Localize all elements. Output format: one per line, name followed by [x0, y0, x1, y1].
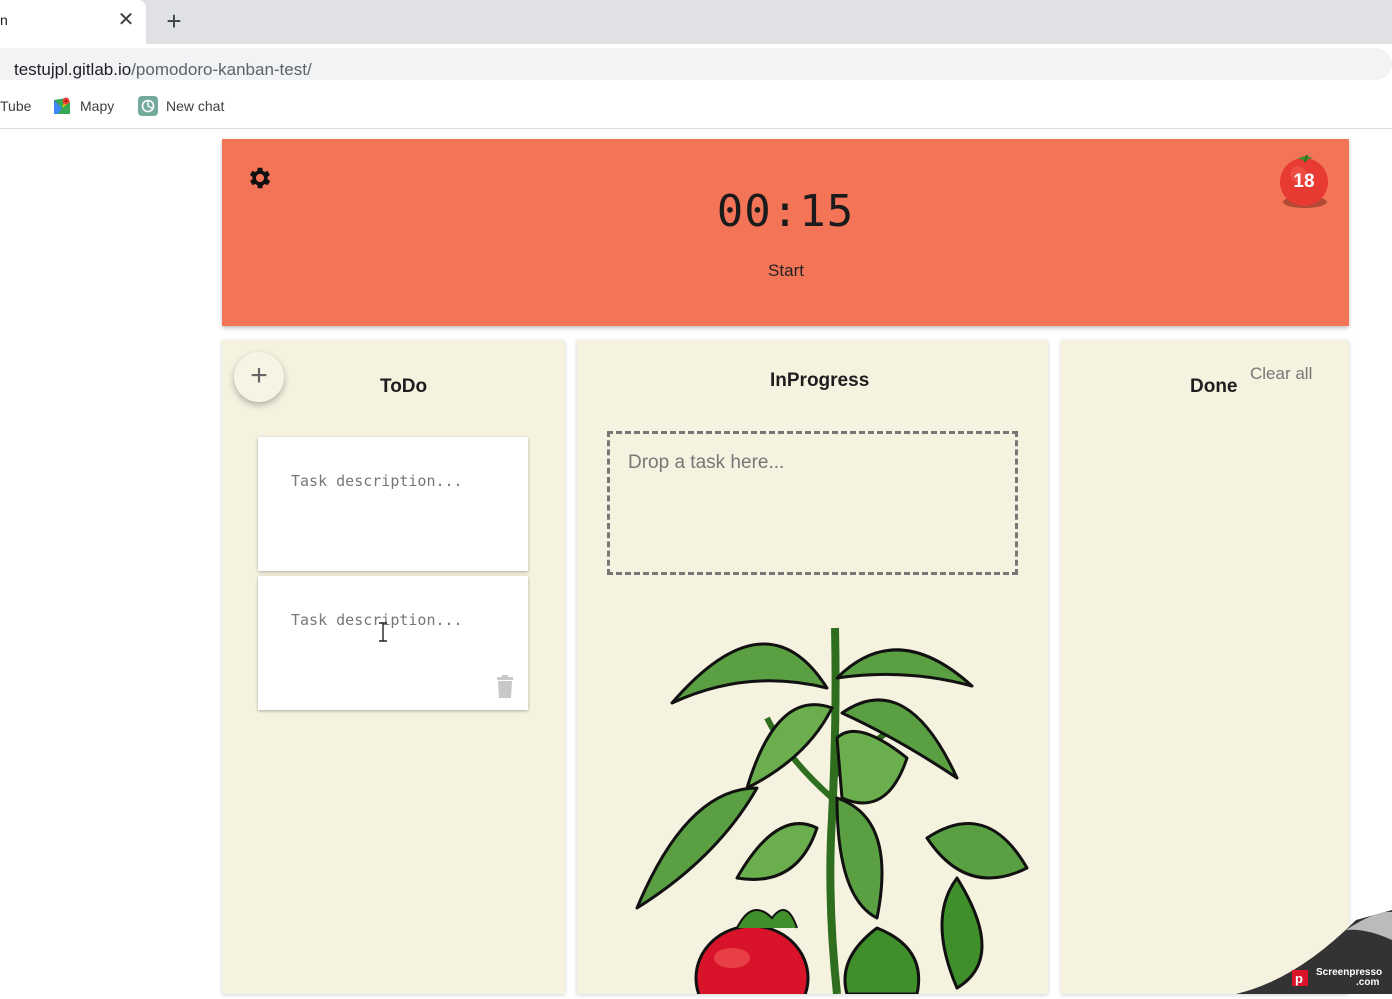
- in-progress-column-title: InProgress: [770, 370, 870, 391]
- url-text: testujpl.gitlab.io/pomodoro-kanban-test/: [14, 60, 312, 80]
- tomato-counter-badge: 18: [1279, 154, 1333, 210]
- bookmark-mapy[interactable]: Mapy: [52, 96, 114, 116]
- url-path: /pomodoro-kanban-test/: [131, 60, 312, 79]
- chatgpt-icon: [138, 96, 158, 116]
- task-description-field[interactable]: Task description...: [291, 472, 463, 490]
- done-column: Done Clear all: [1061, 340, 1349, 994]
- tomato-plant-illustration: [635, 627, 1029, 994]
- svg-text:p: p: [1295, 971, 1303, 986]
- todo-column: + ToDo Task description... Task descript…: [222, 340, 565, 994]
- browser-tab[interactable]: n ✕: [0, 0, 146, 44]
- bookmark-label: Mapy: [80, 98, 115, 114]
- url-host: testujpl.gitlab.io: [14, 60, 132, 79]
- bookmarks-bar: Tube Mapy New chat: [0, 84, 1392, 129]
- new-tab-button[interactable]: +: [160, 6, 188, 36]
- task-card[interactable]: Task description...: [258, 437, 528, 571]
- bookmark-label: Tube: [0, 98, 32, 114]
- clear-all-button[interactable]: Clear all: [1250, 364, 1312, 384]
- drop-zone[interactable]: Drop a task here...: [607, 431, 1018, 575]
- watermark-line2: .com: [1356, 977, 1380, 988]
- bookmark-label: New chat: [166, 98, 225, 114]
- url-field[interactable]: testujpl.gitlab.io/pomodoro-kanban-test/: [0, 48, 1392, 80]
- add-task-button[interactable]: +: [234, 352, 284, 402]
- screenpresso-text: Screenpresso .com: [1316, 968, 1382, 988]
- bookmark-new-chat[interactable]: New chat: [138, 96, 224, 116]
- screenpresso-watermark: p Screenpresso .com: [1236, 910, 1392, 994]
- in-progress-column: InProgress Drop a task here...: [577, 340, 1048, 994]
- delete-task-trash-icon[interactable]: [495, 675, 515, 699]
- task-description-field[interactable]: Task description...: [291, 611, 463, 629]
- bookmark-youtube[interactable]: Tube: [0, 96, 31, 116]
- done-column-title: Done: [1190, 376, 1238, 397]
- drop-zone-placeholder: Drop a task here...: [628, 452, 785, 473]
- tab-title: n: [0, 12, 8, 28]
- browser-tab-strip: n ✕ +: [0, 0, 1392, 44]
- tomato-count: 18: [1293, 171, 1315, 192]
- pomodoro-header: 00:15 Start 18: [222, 139, 1349, 326]
- address-bar: testujpl.gitlab.io/pomodoro-kanban-test/: [0, 44, 1392, 84]
- todo-column-title: ToDo: [380, 376, 428, 397]
- task-card[interactable]: Task description...: [258, 576, 528, 710]
- timer-display: 00:15: [716, 186, 855, 237]
- maps-icon: [52, 96, 72, 116]
- text-cursor-icon: [378, 622, 388, 642]
- tab-close-icon[interactable]: ✕: [116, 9, 136, 31]
- start-button[interactable]: Start: [742, 261, 830, 285]
